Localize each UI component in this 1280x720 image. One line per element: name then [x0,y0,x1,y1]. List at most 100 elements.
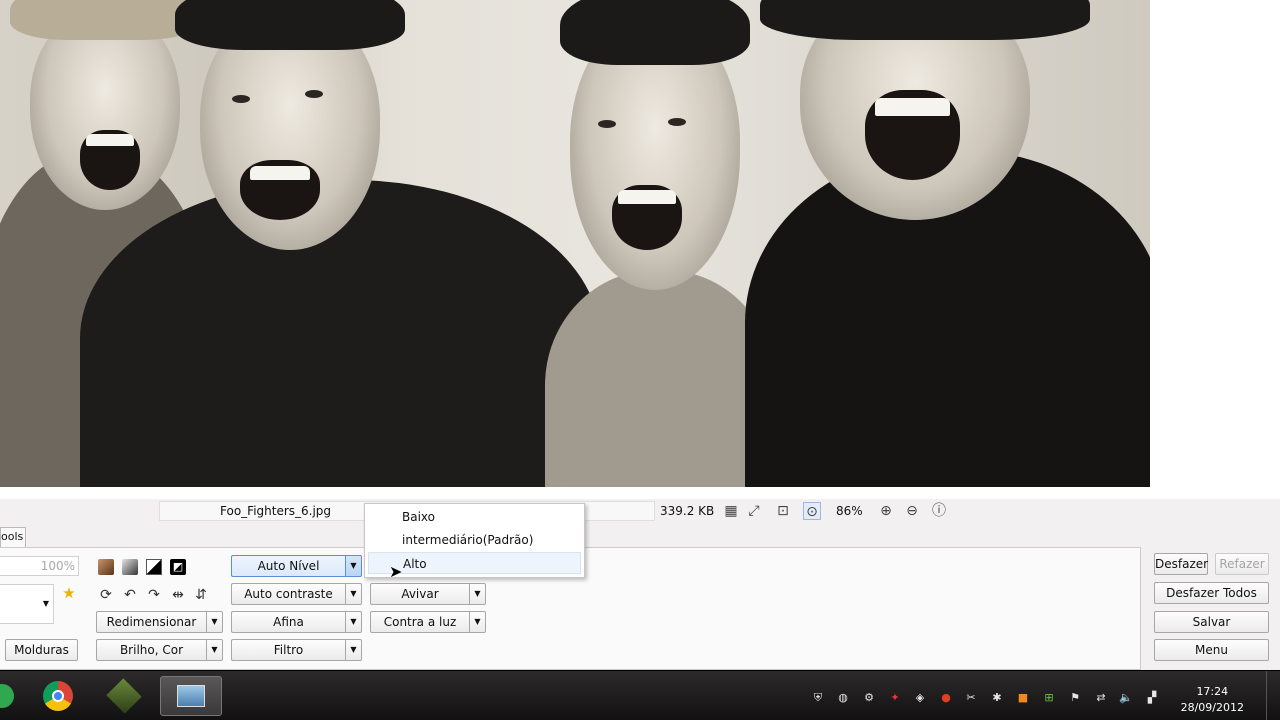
zoom-level: 86% [836,504,863,518]
auto-rotate-icon[interactable]: ⟳ [98,587,114,603]
auto-level-split-button[interactable]: Auto Nível ▼ [231,555,362,577]
save-button[interactable]: Salvar [1154,611,1269,633]
brighten-button[interactable]: Avivar [370,583,469,605]
auto-level-dropdown-arrow[interactable]: ▼ [345,555,362,577]
volume-icon[interactable]: 🔈 [1119,691,1133,705]
tools-icon[interactable]: ✂ [964,691,978,705]
chevron-down-icon: ▼ [42,599,49,608]
clock-date: 28/09/2012 [1180,701,1244,714]
steam-icon[interactable]: ⚙ [862,691,876,705]
sharpen-button[interactable]: Afina [231,611,345,633]
auto-contrast-dropdown-arrow[interactable]: ▼ [345,583,362,605]
adobe-icon[interactable]: ✦ [888,691,902,705]
signal-icon[interactable]: ▞ [1145,691,1159,705]
windows-icon[interactable]: ⊞ [1042,691,1056,705]
tab-tools[interactable]: ools [0,527,26,547]
sepia-icon[interactable] [98,559,114,575]
shield-icon[interactable]: ⛨ [811,691,825,705]
info-icon[interactable]: ⓘ [930,502,948,520]
person-2-hair [175,0,405,50]
sync-icon[interactable]: ◈ [913,691,927,705]
grayscale-icon[interactable] [122,559,138,575]
save-label: Salvar [1192,615,1231,629]
person-2-eye-right [305,90,323,98]
taskbar-chrome[interactable] [30,676,86,716]
brighten-split-button[interactable]: Avivar ▼ [370,583,486,605]
photo-foo-fighters [0,0,1150,487]
rotate-left-icon[interactable]: ↶ [122,587,138,603]
taskbar-app-partial[interactable] [0,676,26,716]
resize-dropdown-arrow[interactable]: ▼ [206,611,223,633]
person-4-teeth [875,98,950,116]
redo-button[interactable]: Refazer [1215,553,1269,575]
undo-button[interactable]: Desfazer [1154,553,1208,575]
zoom-fit-icon[interactable]: ⊙ [803,502,821,520]
flip-vertical-icon[interactable]: ⇵ [193,587,209,603]
zoom-in-icon[interactable]: ⊕ [877,502,895,520]
fit-screen-icon[interactable]: ⤢ [745,502,763,520]
dropdown-item-medium[interactable]: intermediário(Padrão) [368,529,581,551]
brightness-color-label: Brilho, Cor [119,643,184,657]
zoom-out-icon[interactable]: ⊖ [903,502,921,520]
show-desktop-button[interactable] [1266,671,1280,720]
black-white-icon[interactable] [146,559,162,575]
network-globe-icon[interactable]: ◍ [836,691,850,705]
filter-button[interactable]: Filtro [231,639,345,661]
star-icon[interactable]: ★ [61,585,77,601]
person-4-hair [760,0,1090,40]
brighten-dropdown-arrow[interactable]: ▼ [469,583,486,605]
brightness-color-split-button[interactable]: Brilho, Cor ▼ [96,639,223,661]
app-partial-icon [0,684,14,708]
backlight-label: Contra a luz [383,615,457,629]
auto-contrast-split-button[interactable]: Auto contraste ▼ [231,583,362,605]
clock[interactable]: 17:24 28/09/2012 [1181,684,1244,716]
mouse-cursor-icon: ➤ [389,562,403,581]
resize-split-button[interactable]: Redimensionar ▼ [96,611,223,633]
backlight-button[interactable]: Contra a luz [370,611,469,633]
brightness-color-dropdown-arrow[interactable]: ▼ [206,639,223,661]
resize-button[interactable]: Redimensionar [96,611,206,633]
network-icon[interactable]: ⇄ [1094,691,1108,705]
person-1-hair [10,0,200,40]
person-3-eye-right [668,118,686,126]
filter-label: Filtro [273,643,304,657]
record-icon[interactable]: ● [939,691,953,705]
brightness-color-button[interactable]: Brilho, Cor [96,639,206,661]
sharpen-split-button[interactable]: Afina ▼ [231,611,362,633]
filter-dropdown-arrow[interactable]: ▼ [345,639,362,661]
menu-button[interactable]: Menu [1154,639,1269,661]
dropdown-item-low[interactable]: Baixo [368,506,581,528]
transparency-grid-icon[interactable]: ▦ [722,502,740,520]
filter-split-button[interactable]: Filtro ▼ [231,639,362,661]
taskbar-app-2[interactable] [96,676,152,716]
resize-label: Redimensionar [106,615,197,629]
backlight-dropdown-arrow[interactable]: ▼ [469,611,486,633]
flip-horizontal-icon[interactable]: ⇹ [170,587,186,603]
negative-icon[interactable]: ◩ [170,559,186,575]
backlight-split-button[interactable]: Contra a luz ▼ [370,611,486,633]
zoom-actual-icon[interactable]: ⊡ [774,502,792,520]
undo-all-button[interactable]: Desfazer Todos [1154,582,1269,604]
sharpen-dropdown-arrow[interactable]: ▼ [345,611,362,633]
person-2-teeth [250,166,310,180]
tab-tools-label: ools [1,530,24,543]
taskbar-image-viewer[interactable] [160,676,222,716]
preset-select[interactable]: ▼ [0,584,54,624]
person-3-teeth [618,190,676,204]
image-viewer [0,0,1280,499]
auto-level-dropdown-menu: Baixo intermediário(Padrão) Alto ➤ [364,503,585,581]
dropdown-item-low-label: Baixo [402,510,435,524]
filesize-label: 339.2 KB [660,504,715,518]
auto-contrast-button[interactable]: Auto contraste [231,583,345,605]
flag-icon[interactable]: ⚑ [1068,691,1082,705]
rotate-right-icon[interactable]: ↷ [146,587,162,603]
auto-level-button[interactable]: Auto Nível [231,555,345,577]
settings-icon[interactable]: ✱ [990,691,1004,705]
app-tray-icon[interactable]: ■ [1016,691,1030,705]
frames-button[interactable]: Molduras [5,639,78,661]
size-input[interactable]: 100% [0,556,79,576]
person-3 [545,270,775,487]
undo-all-label: Desfazer Todos [1166,586,1257,600]
auto-level-label: Auto Nível [257,559,320,573]
menu-label: Menu [1195,643,1228,657]
